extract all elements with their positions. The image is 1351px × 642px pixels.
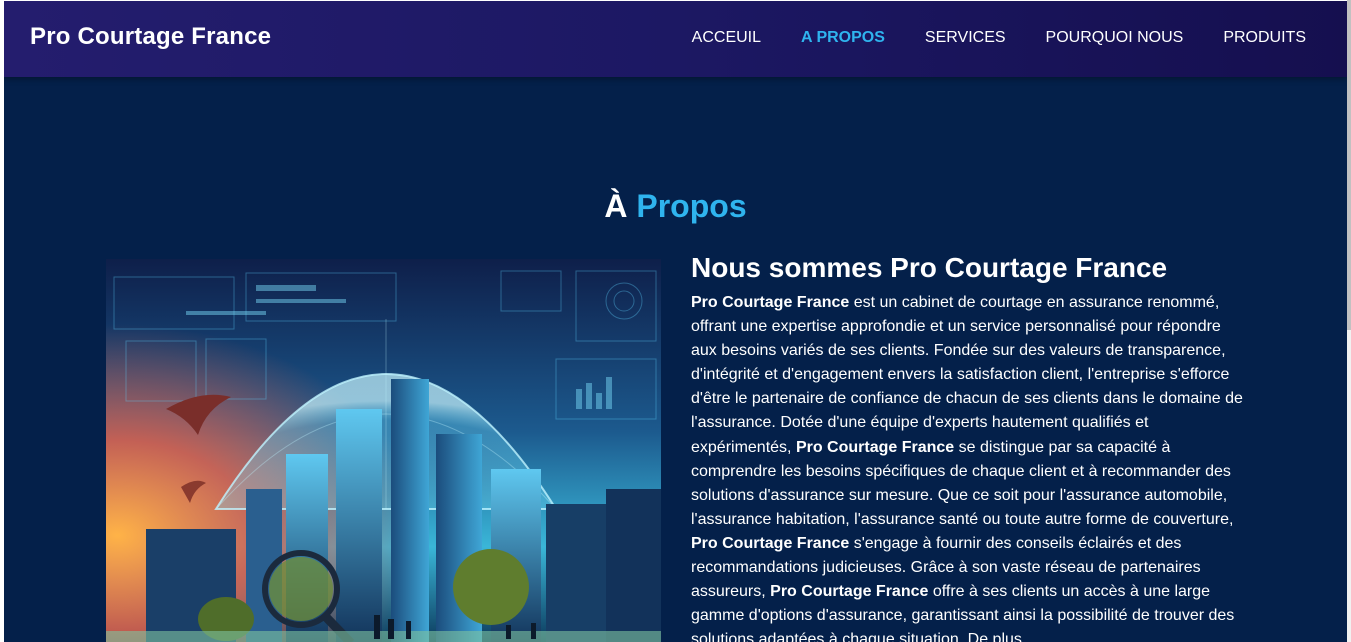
about-illustration (106, 259, 661, 642)
main-nav: ACCEUIL A PROPOS SERVICES POURQUOI NOUS … (692, 29, 1306, 47)
nav-item-produits[interactable]: PRODUITS (1223, 29, 1306, 47)
about-content: Nous sommes Pro Courtage France Pro Cour… (691, 251, 1251, 642)
scrollbar[interactable] (1347, 0, 1351, 642)
nav-item-services[interactable]: SERVICES (925, 29, 1006, 47)
nav-item-acceuil[interactable]: ACCEUIL (692, 29, 761, 47)
company-name: Pro Courtage France (770, 583, 929, 601)
about-paragraph: Pro Courtage France est un cabinet de co… (691, 291, 1251, 642)
navbar: Pro Courtage France ACCEUIL A PROPOS SER… (4, 1, 1347, 77)
about-text-part: est un cabinet de courtage en assurance … (691, 294, 1243, 456)
about-heading: Nous sommes Pro Courtage France (691, 252, 1168, 283)
company-name: Pro Courtage France (795, 438, 955, 456)
section-title: À Propos (4, 188, 1347, 225)
section-title-prefix: À (604, 188, 628, 225)
brand-logo[interactable]: Pro Courtage France (30, 23, 271, 51)
nav-item-a-propos[interactable]: A PROPOS (801, 29, 885, 47)
company-name: Pro Courtage France (691, 534, 850, 552)
nav-item-pourquoi-nous[interactable]: POURQUOI NOUS (1046, 29, 1184, 47)
company-name: Pro Courtage France (691, 294, 850, 311)
page: Pro Courtage France ACCEUIL A PROPOS SER… (4, 1, 1347, 642)
section-title-accent: Propos (636, 188, 747, 225)
scrollbar-thumb[interactable] (1347, 0, 1351, 330)
